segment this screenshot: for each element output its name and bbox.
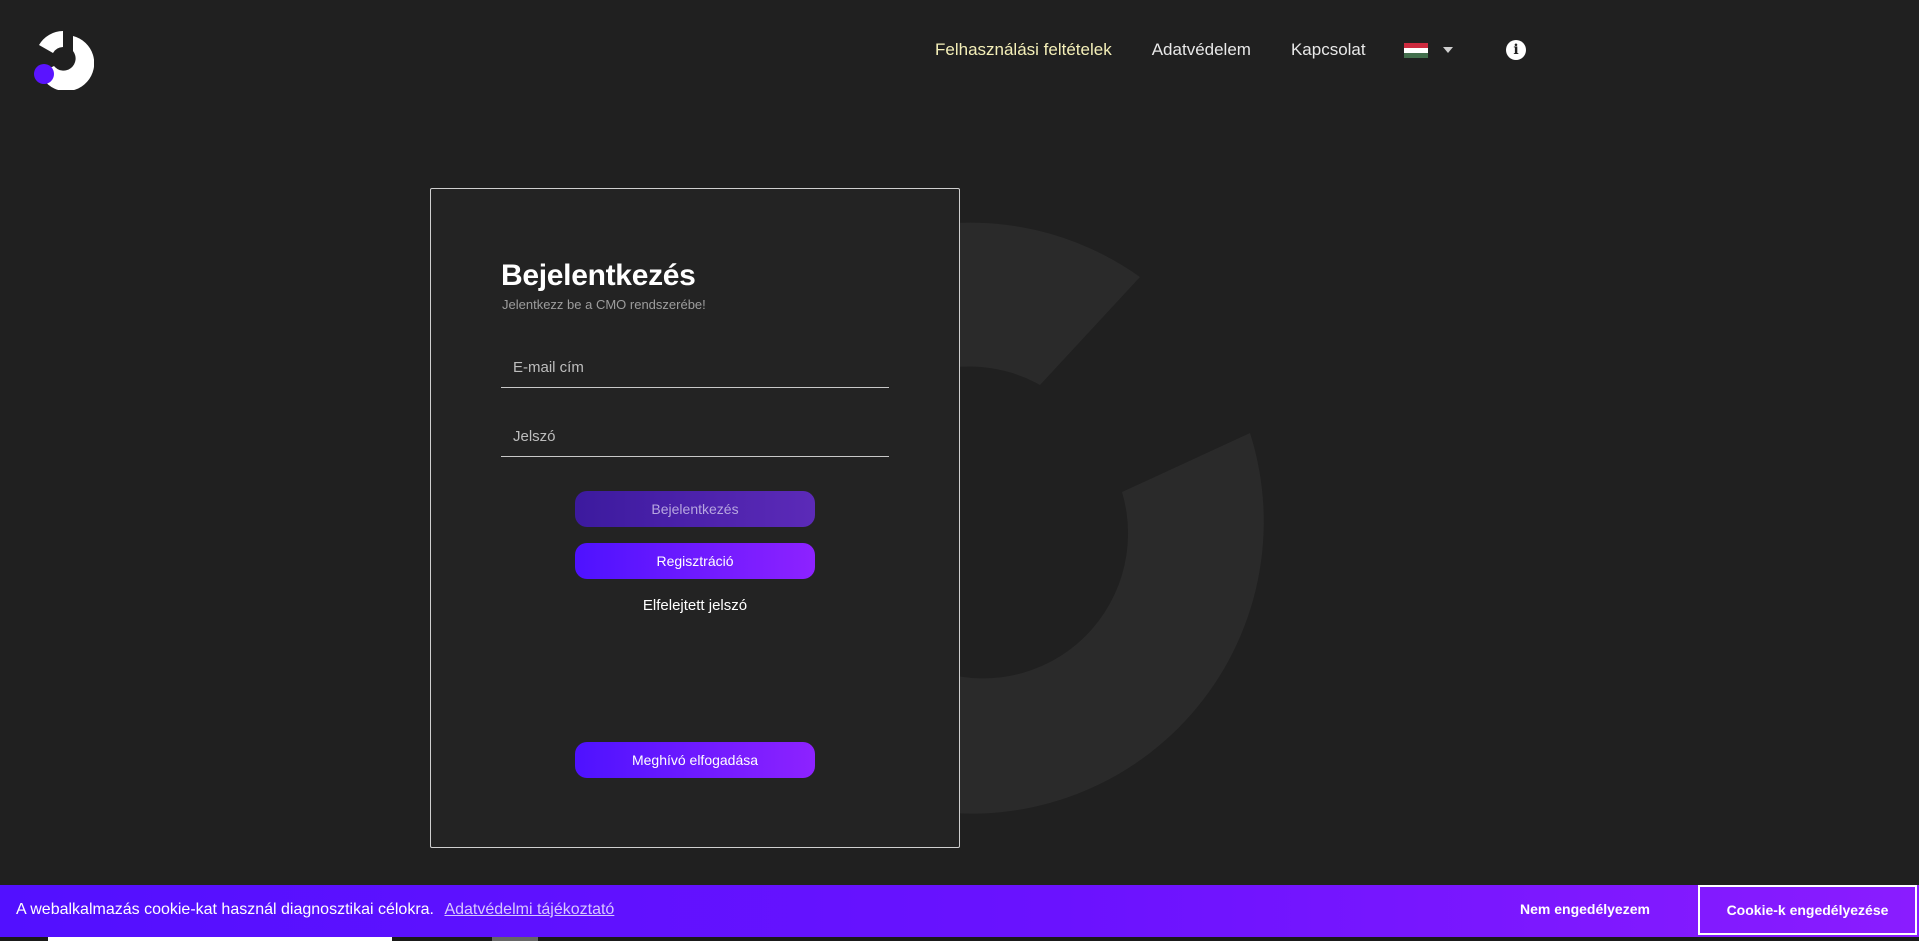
register-button[interactable]: Regisztráció [575,543,815,579]
nav-terms-link[interactable]: Felhasználási feltételek [935,40,1112,60]
email-input[interactable] [501,347,889,387]
password-input[interactable] [501,416,889,456]
hungarian-flag-icon [1403,42,1428,58]
allow-cookies-button[interactable]: Cookie-k engedélyezése [1698,885,1917,935]
scroll-indicator [48,937,392,941]
nav-privacy-link[interactable]: Adatvédelem [1152,40,1251,60]
top-nav: Felhasználási feltételek Adatvédelem Kap… [935,40,1453,60]
login-card: Bejelentkezés Jelentkezz be a CMO rendsz… [430,188,960,848]
login-subtitle: Jelentkezz be a CMO rendszerébe! [502,297,706,312]
forgot-password-link[interactable]: Elfelejtett jelszó [575,597,815,614]
login-button[interactable]: Bejelentkezés [575,491,815,527]
cookie-message-text: A webalkalmazás cookie-kat használ diagn… [16,901,434,918]
cookie-message: A webalkalmazás cookie-kat használ diagn… [16,901,614,919]
language-selector[interactable] [1403,42,1453,58]
app-logo[interactable] [32,28,94,90]
scroll-indicator-secondary [492,937,538,941]
info-icon[interactable]: i [1506,40,1526,60]
email-field [501,347,889,388]
password-field [501,416,889,457]
bottom-strip [0,937,1919,941]
chevron-down-icon [1442,47,1453,53]
cookie-banner: A webalkalmazás cookie-kat használ diagn… [0,885,1919,937]
privacy-policy-link[interactable]: Adatvédelmi tájékoztató [444,901,614,918]
login-title: Bejelentkezés [501,259,696,292]
deny-cookies-button[interactable]: Nem engedélyezem [1520,901,1650,917]
nav-contact-link[interactable]: Kapcsolat [1291,40,1366,60]
accept-invite-button[interactable]: Meghívó elfogadása [575,742,815,778]
background-logo-shape [920,222,1264,814]
